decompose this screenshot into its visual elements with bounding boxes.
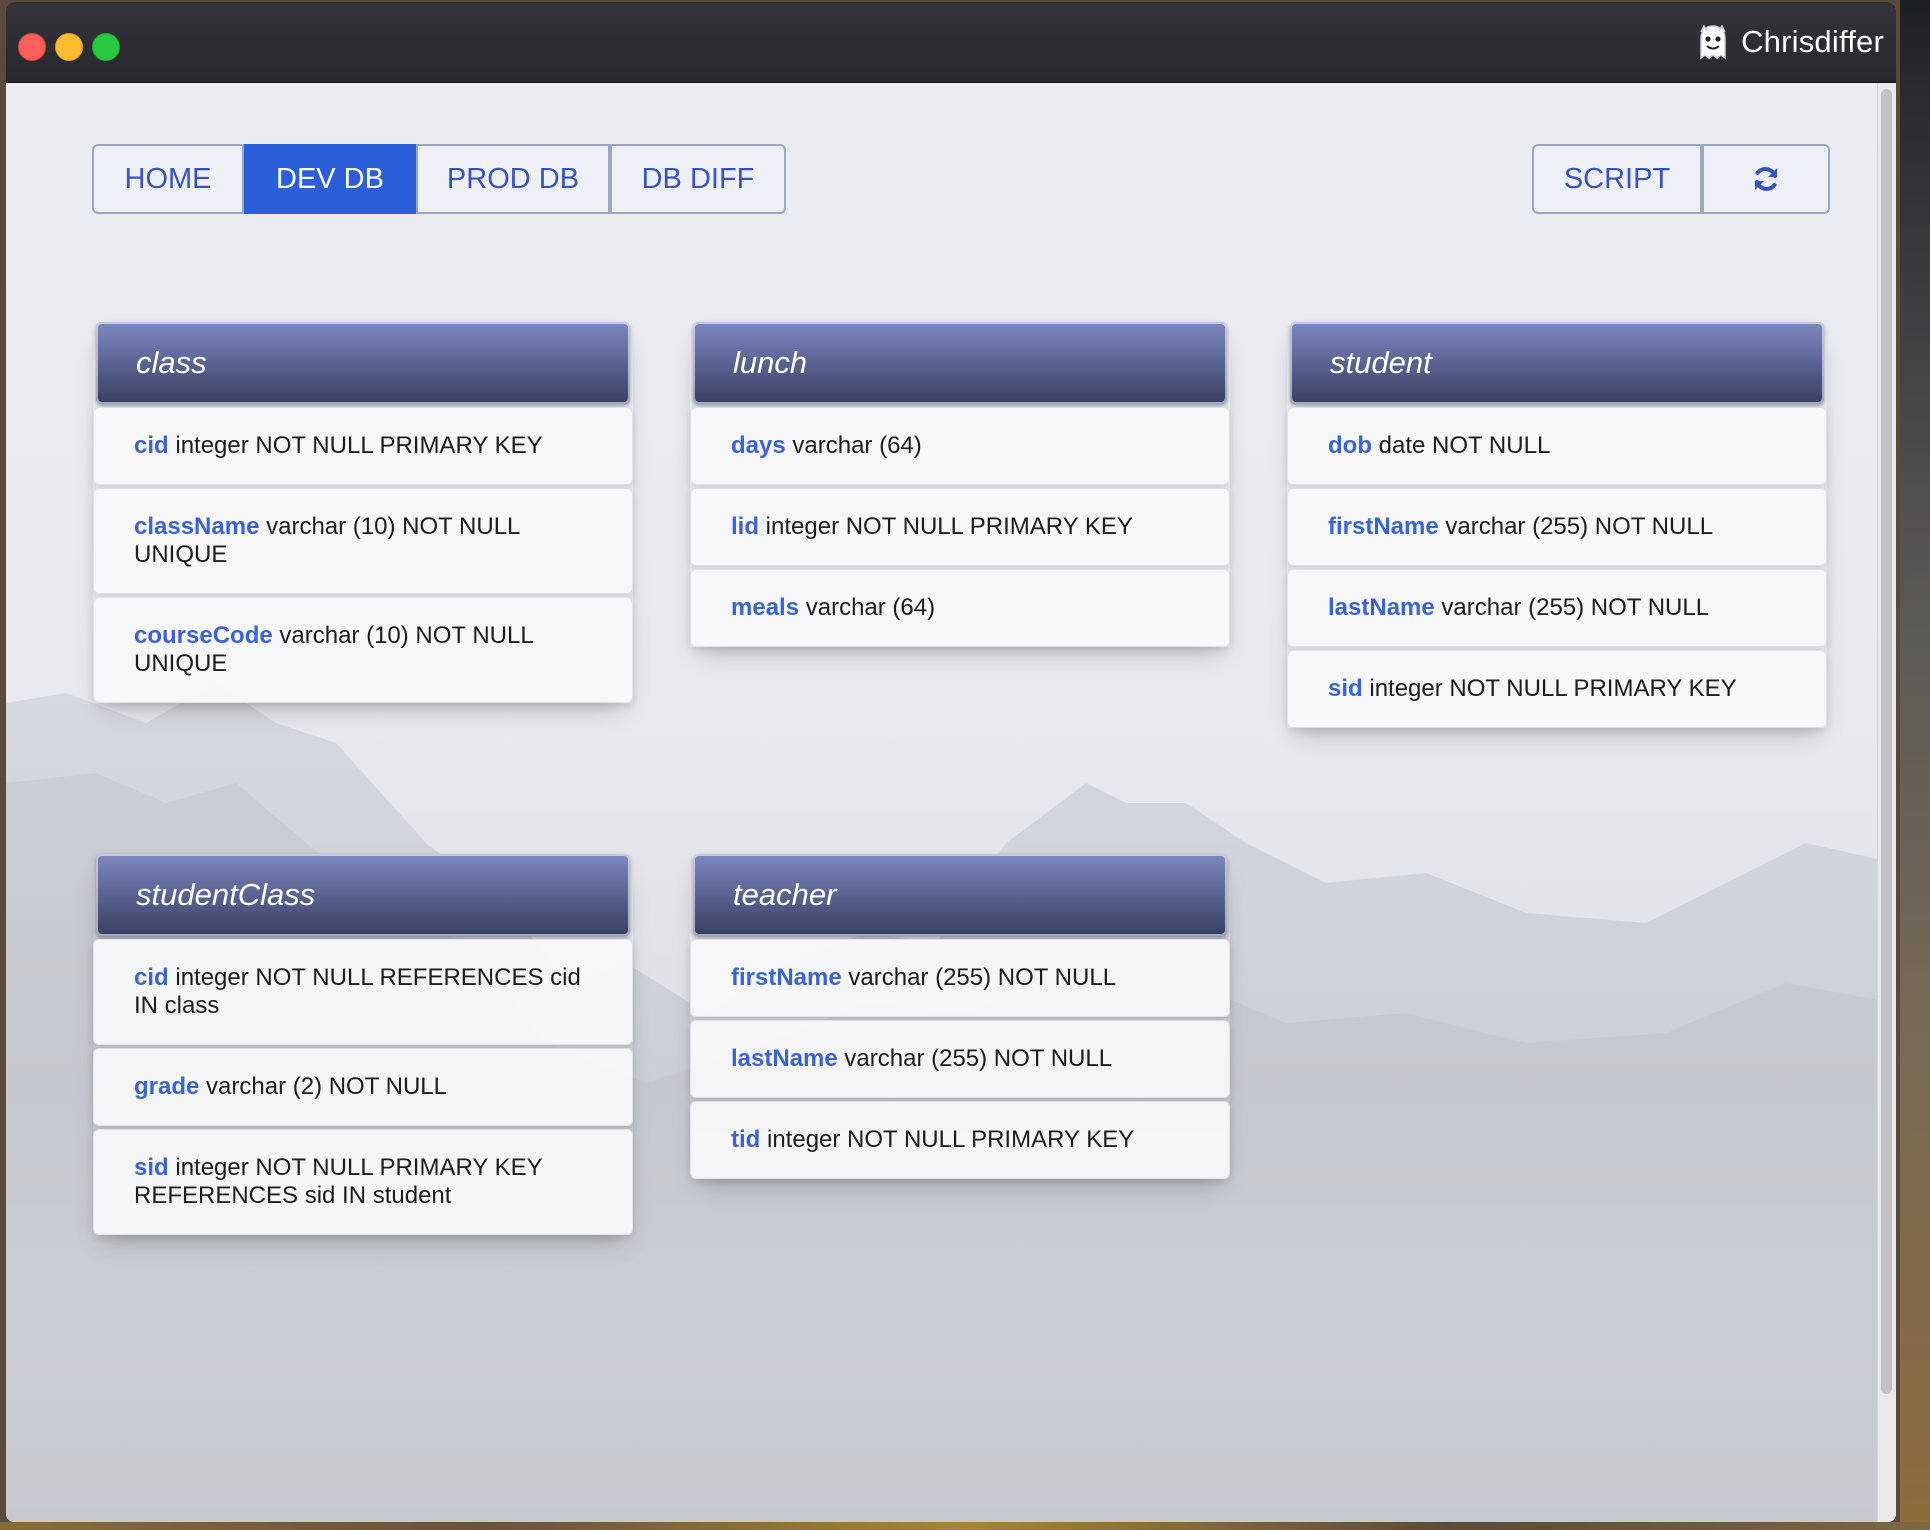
field-definition: varchar (64) (792, 432, 922, 459)
main-content: HOME DEV DB PROD DB DB DIFF SCRIPT class… (6, 83, 1896, 1522)
table-field: lid integer NOT NULL PRIMARY KEY (690, 488, 1230, 566)
table-field: tid integer NOT NULL PRIMARY KEY (690, 1101, 1230, 1179)
field-definition: varchar (255) NOT NULL (1441, 594, 1710, 621)
table-field: firstName varchar (255) NOT NULL (690, 939, 1230, 1017)
field-name: cid (134, 964, 169, 991)
scrollbar[interactable] (1877, 83, 1896, 1522)
field-name: firstName (731, 964, 842, 991)
table-field: lastName varchar (255) NOT NULL (1287, 569, 1827, 647)
field-name: days (731, 432, 786, 459)
table-title: studentClass (96, 854, 630, 936)
field-definition: integer NOT NULL PRIMARY KEY (1369, 675, 1737, 702)
app-window: Chrisdiffer HOME DEV DB PROD DB DB DIFF … (6, 2, 1896, 1522)
field-name: firstName (1328, 513, 1439, 540)
field-name: sid (134, 1154, 169, 1181)
table-title: lunch (693, 322, 1227, 404)
field-definition: date NOT NULL (1378, 432, 1551, 459)
tab-dev-db[interactable]: DEV DB (244, 144, 416, 214)
field-definition: integer NOT NULL PRIMARY KEY (765, 513, 1133, 540)
field-definition: varchar (64) (805, 594, 936, 621)
title-bar[interactable]: Chrisdiffer (6, 2, 1896, 83)
minimize-window-button[interactable] (55, 33, 83, 61)
field-name: className (134, 513, 260, 540)
field-definition: varchar (255) NOT NULL (844, 1045, 1113, 1072)
field-name: cid (134, 432, 169, 459)
field-definition: integer NOT NULL PRIMARY KEY (767, 1126, 1135, 1153)
table-card-teacher: teacher firstName varchar (255) NOT NULL… (690, 854, 1230, 1179)
desktop-background-strip (0, 1522, 1930, 1530)
table-field: sid integer NOT NULL PRIMARY KEY REFEREN… (93, 1129, 633, 1235)
app-brand: Chrisdiffer (1693, 18, 1884, 66)
field-name: lastName (731, 1045, 838, 1072)
table-title: teacher (693, 854, 1227, 936)
table-field: cid integer NOT NULL PRIMARY KEY (93, 407, 633, 485)
field-definition: varchar (2) NOT NULL (206, 1073, 447, 1100)
field-definition: integer NOT NULL REFERENCES cid IN class (134, 964, 581, 1019)
table-field: dob date NOT NULL (1287, 407, 1827, 485)
table-field: meals varchar (64) (690, 569, 1230, 647)
field-definition: varchar (255) NOT NULL (848, 964, 1117, 991)
table-title: student (1290, 322, 1824, 404)
table-field: cid integer NOT NULL REFERENCES cid IN c… (93, 939, 633, 1045)
tab-home[interactable]: HOME (92, 144, 244, 214)
scrollbar-thumb[interactable] (1881, 89, 1892, 1394)
field-name: meals (731, 594, 800, 621)
maximize-window-button[interactable] (92, 33, 120, 61)
table-card-student: student dob date NOT NULL firstName varc… (1287, 322, 1827, 728)
table-field: sid integer NOT NULL PRIMARY KEY (1287, 650, 1827, 728)
table-field: courseCode varchar (10) NOT NULL UNIQUE (93, 597, 633, 703)
table-card-class: class cid integer NOT NULL PRIMARY KEY c… (93, 322, 633, 703)
table-field: grade varchar (2) NOT NULL (93, 1048, 633, 1126)
table-field: lastName varchar (255) NOT NULL (690, 1020, 1230, 1098)
field-name: grade (134, 1073, 200, 1100)
close-window-button[interactable] (18, 33, 46, 61)
desktop-background (1900, 0, 1930, 1530)
table-title: class (96, 322, 630, 404)
ghost-icon (1700, 24, 1726, 60)
refresh-button[interactable] (1702, 144, 1830, 214)
field-definition: varchar (255) NOT NULL (1445, 513, 1714, 540)
field-definition: integer NOT NULL PRIMARY KEY (175, 432, 543, 459)
field-name: courseCode (134, 622, 273, 649)
mountain-background (6, 683, 1896, 1522)
field-definition: integer NOT NULL PRIMARY KEY REFERENCES … (134, 1154, 543, 1209)
field-name: dob (1328, 432, 1372, 459)
table-card-studentclass: studentClass cid integer NOT NULL REFERE… (93, 854, 633, 1235)
app-title: Chrisdiffer (1741, 24, 1884, 59)
table-card-lunch: lunch days varchar (64) lid integer NOT … (690, 322, 1230, 647)
field-name: lid (731, 513, 759, 540)
field-name: lastName (1328, 594, 1435, 621)
tab-db-diff[interactable]: DB DIFF (610, 144, 786, 214)
table-field: days varchar (64) (690, 407, 1230, 485)
script-button[interactable]: SCRIPT (1532, 144, 1702, 214)
table-field: className varchar (10) NOT NULL UNIQUE (93, 488, 633, 594)
field-name: tid (731, 1126, 761, 1153)
refresh-icon (1755, 167, 1777, 191)
field-name: sid (1328, 675, 1363, 702)
tab-prod-db[interactable]: PROD DB (416, 144, 610, 214)
table-field: firstName varchar (255) NOT NULL (1287, 488, 1827, 566)
